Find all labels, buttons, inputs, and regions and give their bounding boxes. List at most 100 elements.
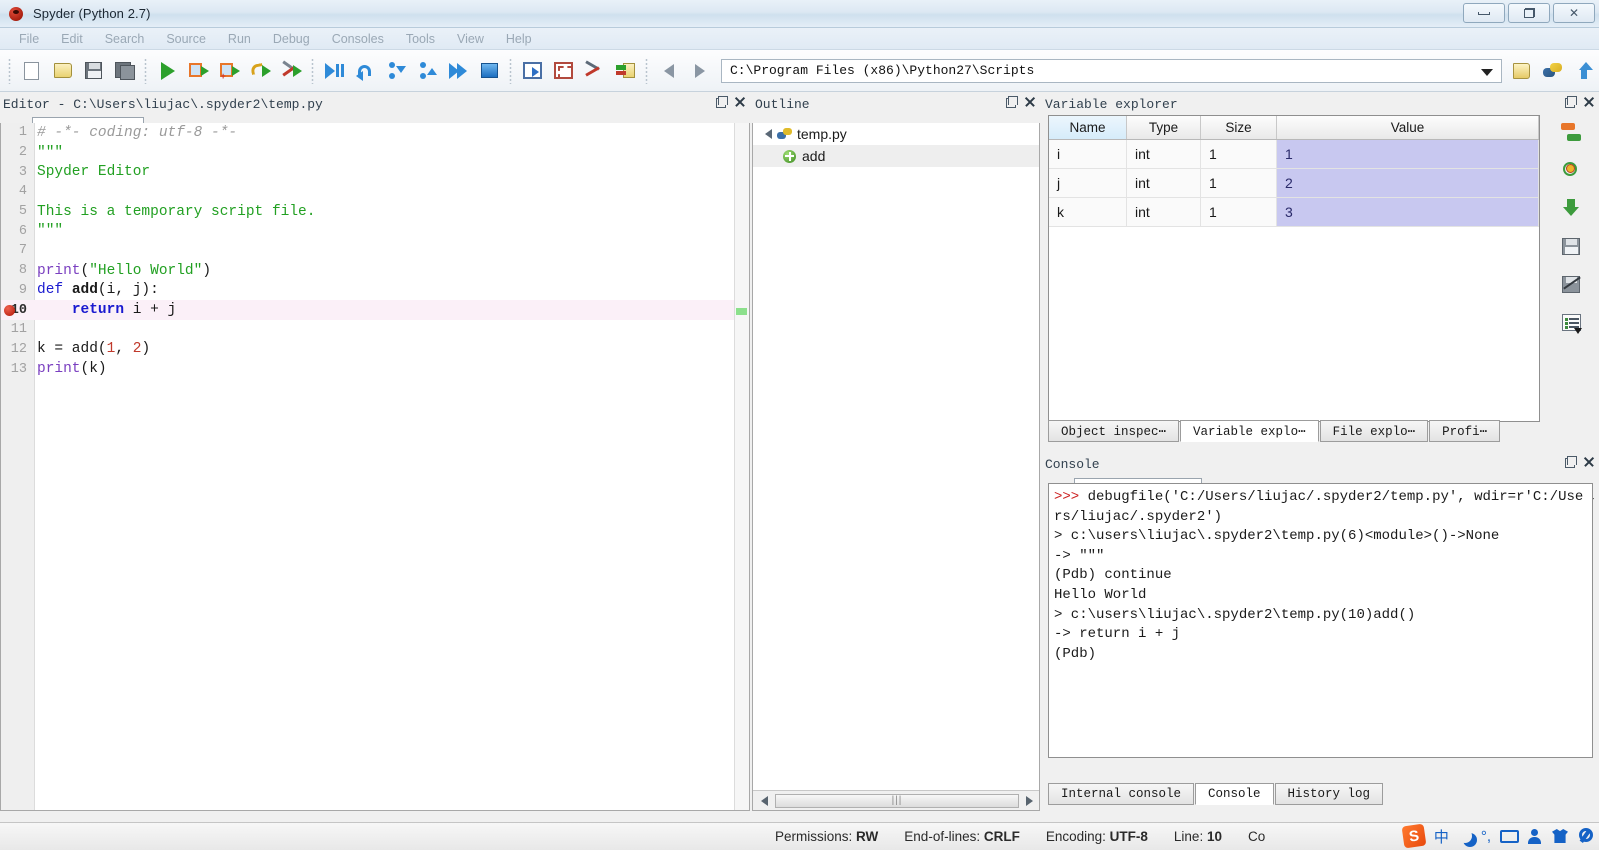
variable-size[interactable]: 1 bbox=[1201, 140, 1277, 168]
column-header-name[interactable]: Name bbox=[1049, 116, 1127, 139]
variable-table-body[interactable]: i int 1 1 j int 1 2 k int 1 3 bbox=[1049, 140, 1539, 227]
column-header-value[interactable]: Value bbox=[1277, 116, 1539, 139]
code-line[interactable]: 5 This is a temporary script file. bbox=[1, 202, 749, 222]
tab-console[interactable]: Console bbox=[1195, 783, 1274, 805]
export-data-button[interactable] bbox=[1558, 195, 1584, 221]
menu-help[interactable]: Help bbox=[495, 30, 543, 48]
column-header-type[interactable]: Type bbox=[1127, 116, 1201, 139]
code-line[interactable]: 3 Spyder Editor bbox=[1, 162, 749, 182]
code-line[interactable]: 13 print(k) bbox=[1, 359, 749, 379]
variable-table[interactable]: Name Type Size Value i int 1 1 j int 1 2 k int 1 3 bbox=[1048, 115, 1540, 422]
table-row[interactable]: j int 1 2 bbox=[1049, 169, 1539, 198]
run-file-button[interactable] bbox=[152, 55, 183, 86]
tab-profi[interactable]: Profi⋯ bbox=[1429, 420, 1501, 442]
person-icon[interactable] bbox=[1528, 828, 1543, 844]
outline-undock-icon[interactable] bbox=[1006, 96, 1018, 108]
variable-type[interactable]: int bbox=[1127, 169, 1201, 197]
menu-debug[interactable]: Debug bbox=[262, 30, 321, 48]
keyboard-icon[interactable] bbox=[1500, 829, 1519, 843]
configure-run-button[interactable] bbox=[276, 55, 307, 86]
outline-close-icon[interactable] bbox=[1024, 96, 1036, 108]
new-file-button[interactable] bbox=[16, 55, 47, 86]
moon-icon[interactable] bbox=[1458, 829, 1472, 843]
save-data-button[interactable] bbox=[1558, 233, 1584, 259]
table-row[interactable]: k int 1 3 bbox=[1049, 198, 1539, 227]
variable-size[interactable]: 1 bbox=[1201, 169, 1277, 197]
refresh-button[interactable] bbox=[1558, 157, 1584, 183]
code-line[interactable]: 9 def add(i, j): bbox=[1, 281, 749, 301]
parent-dir-button[interactable] bbox=[1568, 55, 1599, 86]
close-button[interactable]: ✕ bbox=[1553, 3, 1595, 23]
code-line[interactable]: 2 """ bbox=[1, 143, 749, 163]
outline-file-node[interactable]: temp.py bbox=[753, 123, 1039, 145]
scroll-right-icon[interactable] bbox=[1026, 795, 1033, 806]
chevron-expanded-icon[interactable] bbox=[765, 129, 772, 139]
open-file-button[interactable] bbox=[47, 55, 78, 86]
variable-name[interactable]: i bbox=[1049, 140, 1127, 168]
skin-icon[interactable] bbox=[1552, 829, 1568, 843]
menu-run[interactable]: Run bbox=[217, 30, 262, 48]
menu-consoles[interactable]: Consoles bbox=[321, 30, 395, 48]
column-header-size[interactable]: Size bbox=[1201, 116, 1277, 139]
outline-tree[interactable]: temp.py add ||| bbox=[752, 123, 1040, 811]
back-button[interactable] bbox=[653, 55, 684, 86]
breakpoint-marker[interactable] bbox=[4, 304, 15, 316]
maximize-button[interactable] bbox=[1508, 3, 1550, 23]
toolbar-grip-5[interactable] bbox=[644, 57, 650, 84]
variable-value[interactable]: 3 bbox=[1277, 198, 1539, 226]
save-all-button[interactable] bbox=[109, 55, 140, 86]
variable-type[interactable]: int bbox=[1127, 198, 1201, 226]
toolbar-grip-2[interactable] bbox=[143, 57, 149, 84]
save-file-button[interactable] bbox=[78, 55, 109, 86]
menu-source[interactable]: Source bbox=[155, 30, 217, 48]
variable-name[interactable]: k bbox=[1049, 198, 1127, 226]
variable-value[interactable]: 2 bbox=[1277, 169, 1539, 197]
save-data-as-button[interactable] bbox=[1558, 271, 1584, 297]
menu-edit[interactable]: Edit bbox=[50, 30, 94, 48]
import-data-button[interactable] bbox=[1558, 119, 1584, 145]
variable-size[interactable]: 1 bbox=[1201, 198, 1277, 226]
degree-icon[interactable]: °, bbox=[1481, 828, 1491, 845]
console-output[interactable]: >>> debugfile('C:/Users/liujac/.spyder2/… bbox=[1048, 483, 1593, 758]
scroll-left-icon[interactable] bbox=[761, 795, 768, 806]
run-cell-button[interactable] bbox=[183, 55, 214, 86]
chevron-down-icon[interactable] bbox=[1481, 68, 1493, 76]
fullscreen-button[interactable] bbox=[548, 55, 579, 86]
toolbar-grip-4[interactable] bbox=[508, 57, 514, 84]
run-selection-button[interactable] bbox=[245, 55, 276, 86]
editor-undock-icon[interactable] bbox=[716, 96, 728, 108]
tab-object-inspec[interactable]: Object inspec⋯ bbox=[1048, 420, 1180, 442]
menu-tools[interactable]: Tools bbox=[395, 30, 446, 48]
outline-function-node[interactable]: add bbox=[753, 145, 1039, 167]
tab-variable-explo[interactable]: Variable explo⋯ bbox=[1180, 420, 1319, 442]
code-line[interactable]: 7 bbox=[1, 241, 749, 261]
preferences-button[interactable] bbox=[579, 55, 610, 86]
pythonpath-manager-button[interactable] bbox=[610, 55, 641, 86]
menu-file[interactable]: File bbox=[8, 30, 50, 48]
minimize-button[interactable] bbox=[1463, 3, 1505, 23]
menu-search[interactable]: Search bbox=[94, 30, 156, 48]
scroll-thumb[interactable]: ||| bbox=[775, 793, 1019, 808]
variable-name[interactable]: j bbox=[1049, 169, 1127, 197]
continue-button[interactable] bbox=[443, 55, 474, 86]
maximize-pane-button[interactable] bbox=[517, 55, 548, 86]
code-line[interactable]: 4 bbox=[1, 182, 749, 202]
code-line[interactable]: 10 return i + j bbox=[1, 300, 749, 320]
chinese-mode-icon[interactable]: 中 bbox=[1434, 826, 1449, 847]
browse-dir-button[interactable] bbox=[1506, 55, 1537, 86]
wrench-icon[interactable] bbox=[1577, 828, 1593, 844]
console-undock-icon[interactable] bbox=[1565, 456, 1577, 468]
tab-history-log[interactable]: History log bbox=[1274, 783, 1384, 805]
console-close-icon[interactable] bbox=[1583, 456, 1595, 468]
tab-file-explo[interactable]: File explo⋯ bbox=[1319, 420, 1429, 442]
outline-horizontal-scrollbar[interactable]: ||| bbox=[753, 790, 1039, 810]
run-cell-advance-button[interactable]: + bbox=[214, 55, 245, 86]
step-over-button[interactable] bbox=[350, 55, 381, 86]
forward-button[interactable] bbox=[684, 55, 715, 86]
variable-options-button[interactable] bbox=[1558, 309, 1584, 335]
code-line[interactable]: 11 bbox=[1, 320, 749, 340]
stop-debug-button[interactable] bbox=[474, 55, 505, 86]
toolbar-grip[interactable] bbox=[7, 57, 13, 84]
toolbar-grip-3[interactable] bbox=[310, 57, 316, 84]
code-editor[interactable]: 1 # -*- coding: utf-8 -*- 2 """ 3 Spyder Edit… bbox=[0, 123, 750, 811]
